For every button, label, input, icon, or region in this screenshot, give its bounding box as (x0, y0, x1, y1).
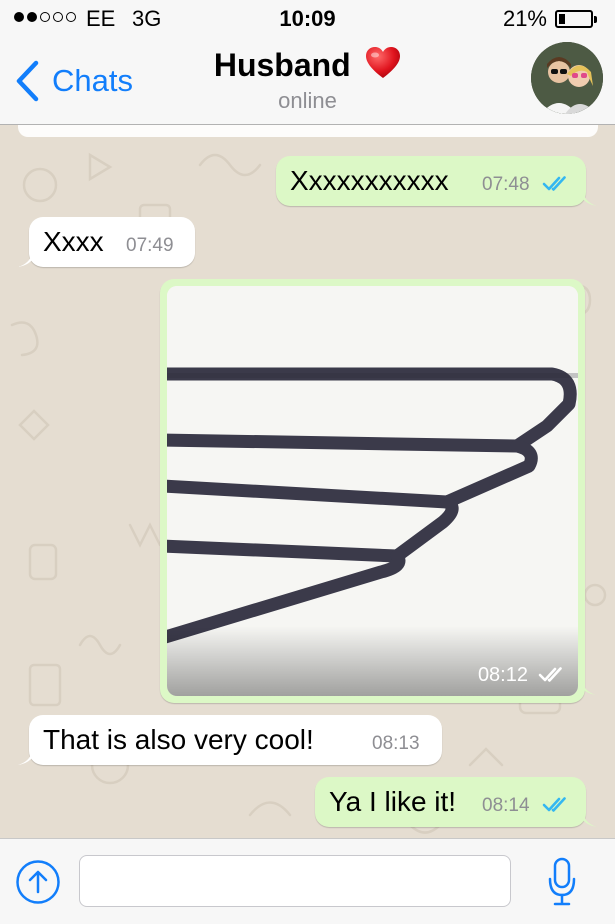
message-list[interactable]: Xxxxxxxxxxx 07:48 Xxxx 07:49 08:12 That … (0, 125, 615, 838)
message-photo[interactable]: 08:12 (167, 286, 578, 696)
red-heart-icon (366, 47, 401, 78)
microphone-icon[interactable] (547, 857, 577, 907)
bubble-tail (580, 675, 596, 695)
message-time: 08:12 (477, 664, 528, 686)
contact-avatar[interactable] (531, 42, 603, 114)
message-time: 08:14 (482, 795, 530, 816)
contact-title[interactable]: Husband online (0, 46, 615, 114)
message-bubble-outgoing[interactable]: Ya I like it! 08:14 (315, 777, 597, 827)
bubble-tail (18, 745, 34, 765)
delivered-receipt-icon (538, 667, 562, 682)
avatar-photo (531, 42, 603, 114)
previous-message-edge (18, 125, 598, 137)
bubble-tail (581, 186, 597, 206)
bubble-tail (581, 807, 597, 827)
message-text: Xxxx (43, 226, 104, 257)
message-composer (0, 838, 615, 924)
message-time: 08:13 (372, 733, 420, 754)
message-time: 07:48 (482, 174, 530, 195)
image-message-bubble[interactable]: 08:12 (160, 279, 596, 703)
status-bar: EE 3G 10:09 21% (0, 0, 615, 40)
chat-header: Chats Husband online (0, 40, 615, 125)
read-receipt-icon (542, 797, 566, 812)
message-bubble-incoming[interactable]: Xxxx 07:49 (18, 217, 195, 267)
read-receipt-icon (542, 176, 566, 191)
contact-status: online (278, 88, 337, 113)
battery-percent: 21% (502, 6, 547, 31)
bubble-tail (18, 247, 34, 267)
contact-name: Husband (213, 47, 351, 83)
message-text: Xxxxxxxxxxx (290, 165, 449, 196)
message-bubble-incoming[interactable]: That is also very cool! 08:13 (18, 715, 442, 765)
upload-arrow-icon[interactable] (15, 859, 61, 905)
message-text: Ya I like it! (329, 786, 457, 817)
message-bubble-outgoing[interactable]: Xxxxxxxxxxx 07:48 (276, 156, 597, 206)
battery-level (559, 14, 565, 24)
message-time: 07:49 (126, 235, 174, 256)
message-text: That is also very cool! (43, 724, 314, 755)
message-input[interactable] (79, 855, 511, 907)
battery-icon (555, 10, 597, 28)
